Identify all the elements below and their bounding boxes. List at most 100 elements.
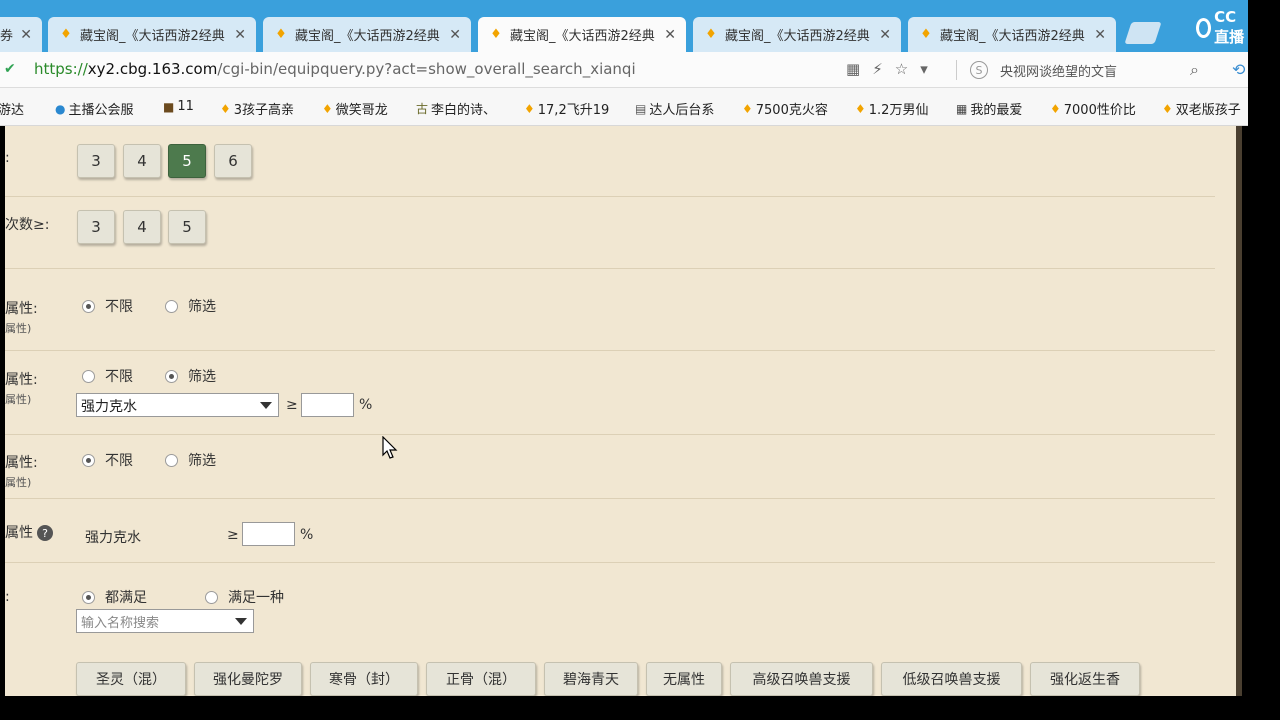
tab-bar: 券 ✕ ♦ 藏宝阁_《大话西游2经典 ✕ ♦ 藏宝阁_《大话西游2经典 ✕ ♦ …	[0, 0, 1248, 52]
tab-title: 藏宝阁_《大话西游2经典	[510, 29, 655, 44]
bookmark-item[interactable]: ♦ 微笑哥龙	[322, 99, 388, 119]
radio-dot	[205, 590, 218, 604]
document-icon: ▤	[635, 101, 647, 116]
radio-dot	[82, 590, 95, 604]
radio-dot	[165, 299, 178, 313]
tab-title: 藏宝阁_《大话西游2经典	[725, 29, 870, 44]
bookmarks-bar: 游达 ● 主播公会服 ■ 11 ♦ 3孩子高亲 ♦ 微笑哥龙 古李白的诗、 ♦ 17,2飞…	[0, 88, 1248, 126]
screen-border-bottom	[0, 696, 1280, 720]
qr-code-icon[interactable]: ▦	[846, 60, 860, 78]
address-bar-icons: ▦ ⚡ ☆ ▾	[846, 60, 928, 78]
avatar-icon: ■	[163, 99, 175, 114]
refresh-icon[interactable]: ⟲	[1232, 60, 1245, 79]
radio-dot	[82, 299, 95, 313]
tag-button[interactable]: 强化返生香	[1030, 662, 1140, 696]
tab-partial[interactable]: 券 ✕	[0, 17, 42, 52]
level-button-3[interactable]: 3	[77, 144, 115, 178]
close-icon[interactable]: ✕	[449, 27, 461, 43]
tag-button[interactable]: 低级召唤兽支援	[881, 662, 1022, 696]
close-icon[interactable]: ✕	[1094, 27, 1106, 43]
close-icon[interactable]: ✕	[234, 27, 246, 43]
row6-percent-input[interactable]	[242, 522, 295, 546]
row4-percent-input[interactable]	[301, 393, 354, 417]
chick-icon: ♦	[322, 101, 333, 116]
tag-button[interactable]: 圣灵（混）	[76, 662, 186, 696]
bookmark-item[interactable]: ♦ 7000性价比	[1050, 99, 1136, 119]
row2-label: 次数≥:	[5, 217, 50, 233]
row5-radio-filter[interactable]: 筛选	[165, 450, 216, 470]
search-form-page: : 3 4 5 6 次数≥: 3 4 5 属性: 属性) 不限 筛选 属性: 属…	[5, 126, 1240, 696]
tab-1[interactable]: ♦ 藏宝阁_《大话西游2经典 ✕	[48, 17, 256, 52]
close-icon[interactable]: ✕	[20, 27, 32, 43]
scrollbar-track[interactable]	[1236, 126, 1242, 696]
chevron-down-icon[interactable]: ▾	[920, 60, 928, 78]
row5-label: 属性:	[5, 455, 38, 471]
row3-radio-unlimited[interactable]: 不限	[82, 296, 133, 316]
chick-icon: ♦	[1162, 101, 1173, 116]
count-button-3[interactable]: 3	[77, 210, 115, 244]
tab-title: 券	[0, 29, 14, 44]
tab-4[interactable]: ♦ 藏宝阁_《大话西游2经典 ✕	[693, 17, 901, 52]
chick-icon: ♦	[1050, 101, 1061, 116]
tab-5[interactable]: ♦ 藏宝阁_《大话西游2经典 ✕	[908, 17, 1116, 52]
bookmark-item[interactable]: ♦ 7500克火容	[742, 99, 828, 119]
lightning-icon[interactable]: ⚡	[872, 60, 883, 78]
tab-3-active[interactable]: ♦ 藏宝阁_《大话西游2经典 ✕	[478, 17, 686, 52]
browser-chrome: 券 ✕ ♦ 藏宝阁_《大话西游2经典 ✕ ♦ 藏宝阁_《大话西游2经典 ✕ ♦ …	[0, 0, 1248, 126]
row3-radio-filter[interactable]: 筛选	[165, 296, 216, 316]
tag-button[interactable]: 正骨（混）	[426, 662, 536, 696]
chick-icon: ♦	[855, 101, 866, 116]
bookmark-item[interactable]: ♦ 17,2飞升19	[524, 99, 609, 119]
divider	[5, 434, 1215, 435]
tag-button[interactable]: 碧海青天	[544, 662, 638, 696]
divider	[956, 60, 957, 80]
level-button-6[interactable]: 6	[214, 144, 252, 178]
bookmark-item[interactable]: ♦ 1.2万男仙	[855, 99, 928, 119]
row5-sublabel: 属性)	[5, 476, 32, 489]
radio-dot	[82, 453, 95, 467]
star-icon[interactable]: ☆	[895, 60, 908, 78]
row7-radio-any[interactable]: 满足一种	[205, 587, 284, 607]
new-tab-button[interactable]	[1124, 22, 1162, 44]
bookmark-item[interactable]: ♦ 3孩子高亲	[220, 99, 294, 119]
bookmark-item[interactable]: ♦ 双老版孩子	[1162, 99, 1241, 119]
row3-label: 属性:	[5, 301, 38, 317]
tag-button[interactable]: 无属性	[646, 662, 722, 696]
bookmark-item[interactable]: ■ 11	[163, 99, 194, 114]
tag-button[interactable]: 高级召唤兽支援	[730, 662, 873, 696]
search-engine-icon[interactable]: S	[970, 61, 988, 79]
tab-2[interactable]: ♦ 藏宝阁_《大话西游2经典 ✕	[263, 17, 471, 52]
row4-radio-filter[interactable]: 筛选	[165, 366, 216, 386]
name-search-select[interactable]: 输入名称搜索	[76, 609, 254, 633]
search-hint[interactable]: 央视网谈绝望的文盲	[1000, 61, 1117, 80]
radio-dot	[82, 369, 95, 383]
row3-sublabel: 属性)	[5, 322, 32, 335]
tab-title: 藏宝阁_《大话西游2经典	[940, 29, 1085, 44]
close-icon[interactable]: ✕	[879, 27, 891, 43]
help-icon[interactable]: ?	[37, 525, 53, 541]
row4-sublabel: 属性)	[5, 393, 32, 406]
chick-icon: ♦	[705, 27, 717, 42]
row4-radio-unlimited[interactable]: 不限	[82, 366, 133, 386]
row4-label: 属性:	[5, 372, 38, 388]
bookmark-item[interactable]: 游达	[0, 99, 24, 118]
level-button-4[interactable]: 4	[123, 144, 161, 178]
row7-radio-all[interactable]: 都满足	[82, 587, 147, 607]
level-button-5[interactable]: 5	[168, 144, 206, 178]
cc-ring-icon	[1196, 17, 1212, 38]
close-icon[interactable]: ✕	[664, 27, 676, 43]
row5-radio-unlimited[interactable]: 不限	[82, 450, 133, 470]
bookmark-item[interactable]: ▦ 我的最爱	[956, 99, 1022, 119]
tag-button[interactable]: 强化曼陀罗	[194, 662, 302, 696]
divider	[5, 196, 1215, 197]
row4-attribute-select[interactable]: 强力克水	[76, 393, 279, 417]
count-button-5[interactable]: 5	[168, 210, 206, 244]
tag-button[interactable]: 寒骨（封）	[310, 662, 418, 696]
bookmark-item[interactable]: 古李白的诗、	[416, 99, 496, 118]
count-button-4[interactable]: 4	[123, 210, 161, 244]
bookmark-item[interactable]: ● 主播公会服	[55, 99, 134, 119]
url-input[interactable]: https://xy2.cbg.163.com/cgi-bin/equipque…	[34, 60, 636, 78]
search-icon[interactable]: ⌕	[1190, 60, 1199, 80]
bookmark-item[interactable]: ▤ 达人后台系	[635, 99, 714, 119]
ge-symbol: ≥	[227, 527, 239, 543]
